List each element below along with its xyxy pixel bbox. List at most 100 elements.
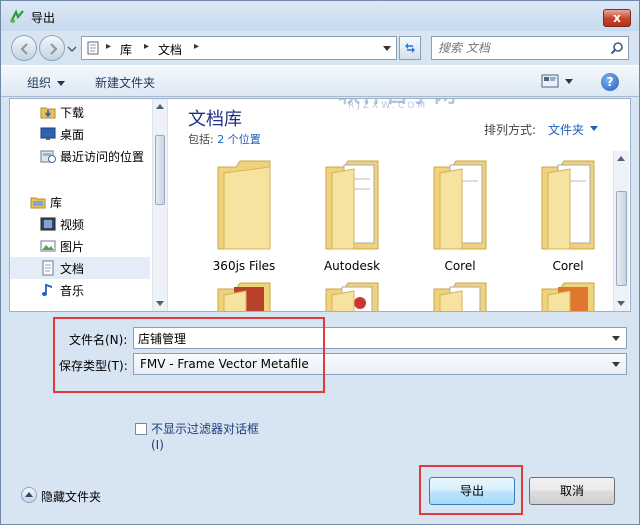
- nav-item-label: 音乐: [60, 284, 85, 298]
- file-list-scrollbar[interactable]: [613, 151, 629, 311]
- nav-item-label: 最近访问的位置: [60, 150, 145, 164]
- scroll-up-icon[interactable]: [617, 156, 625, 161]
- search-box[interactable]: [431, 36, 629, 60]
- folder-icon: [541, 160, 595, 250]
- toolbar: 组织 新建文件夹 ?: [1, 65, 639, 97]
- title-bar: 导出 x: [1, 1, 639, 31]
- search-icon[interactable]: [610, 41, 624, 55]
- nav-item-libraries[interactable]: 库: [10, 191, 150, 213]
- location-icon: [87, 41, 99, 55]
- arrow-left-icon: [20, 43, 28, 55]
- library-icon: [30, 197, 46, 209]
- folder-label: 360js Files: [212, 259, 276, 273]
- nav-item-recent-places[interactable]: 最近访问的位置: [10, 145, 150, 167]
- folder-icon: [217, 160, 271, 250]
- chevron-down-icon[interactable]: [612, 336, 620, 341]
- highlight-box: [419, 465, 523, 515]
- nav-item-label: 图片: [60, 240, 85, 254]
- documents-icon: [42, 260, 54, 276]
- forward-button[interactable]: [39, 35, 65, 61]
- nav-pane-scrollbar[interactable]: [152, 99, 167, 311]
- nav-item-downloads[interactable]: 下载: [10, 101, 150, 123]
- nav-item-videos[interactable]: 视频: [10, 213, 150, 235]
- chevron-down-icon[interactable]: [590, 126, 598, 131]
- organize-label: 组织: [27, 76, 52, 90]
- folder-icon: [433, 282, 487, 311]
- folder-icon: [217, 282, 271, 311]
- breadcrumb-separator-icon[interactable]: ▸: [194, 41, 199, 52]
- breadcrumb-separator-icon[interactable]: ▸: [144, 41, 149, 52]
- nav-item-label: 文档: [60, 262, 85, 276]
- folder-item[interactable]: Corel: [522, 159, 614, 279]
- folder-label: Autodesk: [323, 259, 381, 273]
- breadcrumb-separator-icon[interactable]: ▸: [106, 41, 111, 52]
- file-list-pane: 文档库 包括: 2 个位置 软件自学网 RJZXW.COM 排列方式: 文件夹 …: [170, 99, 630, 311]
- recent-places-icon: [40, 150, 56, 163]
- nav-item-label: 下载: [60, 106, 85, 120]
- folder-item[interactable]: [198, 281, 290, 311]
- folder-item[interactable]: Autodesk: [306, 159, 398, 279]
- chevron-down-icon: [612, 362, 620, 367]
- locations-link[interactable]: 2 个位置: [217, 133, 261, 146]
- hide-filter-dialog-checkbox[interactable]: [135, 423, 147, 435]
- back-button[interactable]: [11, 35, 37, 61]
- scroll-thumb[interactable]: [155, 135, 165, 205]
- desktop-icon: [40, 127, 56, 140]
- pictures-icon: [40, 240, 56, 252]
- organize-button[interactable]: 组织: [27, 74, 66, 91]
- chevron-up-icon: [21, 487, 37, 503]
- folder-item[interactable]: [414, 281, 506, 311]
- close-button[interactable]: x: [603, 9, 631, 27]
- new-folder-button[interactable]: 新建文件夹: [95, 74, 155, 91]
- hide-filter-dialog-shortcut: (I): [151, 438, 164, 452]
- arrow-right-icon: [50, 43, 58, 55]
- cancel-button[interactable]: 取消: [529, 477, 615, 505]
- nav-item-desktop[interactable]: 桌面: [10, 123, 150, 145]
- nav-item-label: 视频: [60, 218, 85, 232]
- search-input[interactable]: [438, 41, 598, 55]
- nav-item-pictures[interactable]: 图片: [10, 235, 150, 257]
- refresh-button[interactable]: [399, 36, 421, 60]
- navigation-bar: ▸ 库 ▸ 文档 ▸: [1, 31, 639, 63]
- window-title: 导出: [31, 11, 56, 25]
- arrange-by-dropdown[interactable]: 文件夹: [548, 121, 584, 138]
- highlight-box: [53, 317, 325, 393]
- includes-label: 包括:: [188, 133, 214, 146]
- view-dropdown-icon[interactable]: [565, 79, 573, 84]
- help-icon[interactable]: ?: [601, 73, 619, 91]
- folder-icon: [325, 282, 379, 311]
- nav-item-label: 库: [50, 196, 63, 210]
- breadcrumb-library[interactable]: 库: [120, 41, 132, 58]
- scroll-up-icon[interactable]: [156, 104, 164, 109]
- video-icon: [40, 217, 56, 231]
- browse-area: 下载 桌面 最近访问的位置 库 视频 图片 文档 音乐 文档库 包括: 2 个位…: [9, 98, 631, 312]
- scroll-down-icon[interactable]: [156, 301, 164, 306]
- chevron-down-icon: [57, 81, 66, 86]
- address-dropdown-icon[interactable]: [382, 45, 392, 53]
- music-icon: [42, 284, 52, 296]
- recent-pages-dropdown-icon[interactable]: [67, 45, 77, 53]
- watermark-url: RJZXW.COM: [348, 101, 429, 111]
- breadcrumb-documents[interactable]: 文档: [158, 41, 182, 58]
- navigation-pane: 下载 桌面 最近访问的位置 库 视频 图片 文档 音乐: [10, 99, 168, 311]
- library-includes: 包括: 2 个位置: [188, 131, 261, 147]
- scroll-down-icon[interactable]: [617, 301, 625, 306]
- hide-filter-dialog-label[interactable]: 不显示过滤器对话框: [151, 420, 259, 437]
- address-bar[interactable]: ▸ 库 ▸ 文档 ▸: [81, 36, 397, 60]
- library-title: 文档库: [188, 109, 242, 130]
- nav-item-music[interactable]: 音乐: [10, 279, 150, 301]
- download-folder-icon: [40, 107, 56, 119]
- close-icon: x: [613, 11, 621, 25]
- nav-item-documents[interactable]: 文档: [10, 257, 150, 279]
- folder-icon: [541, 282, 595, 311]
- refresh-icon: [405, 43, 415, 53]
- folder-item[interactable]: [306, 281, 398, 311]
- export-dialog: 导出 x ▸ 库 ▸ 文档 ▸ 搜索 文档 组织 新建文件夹 ? 下载 桌面 最…: [0, 0, 640, 525]
- change-view-icon[interactable]: [541, 74, 559, 88]
- folder-item[interactable]: Corel: [414, 159, 506, 279]
- scroll-thumb[interactable]: [616, 191, 627, 286]
- folder-item[interactable]: 360js Files: [198, 159, 290, 279]
- folder-item[interactable]: [522, 281, 614, 311]
- folder-label: Corel: [552, 259, 584, 273]
- folder-label: Corel: [444, 259, 476, 273]
